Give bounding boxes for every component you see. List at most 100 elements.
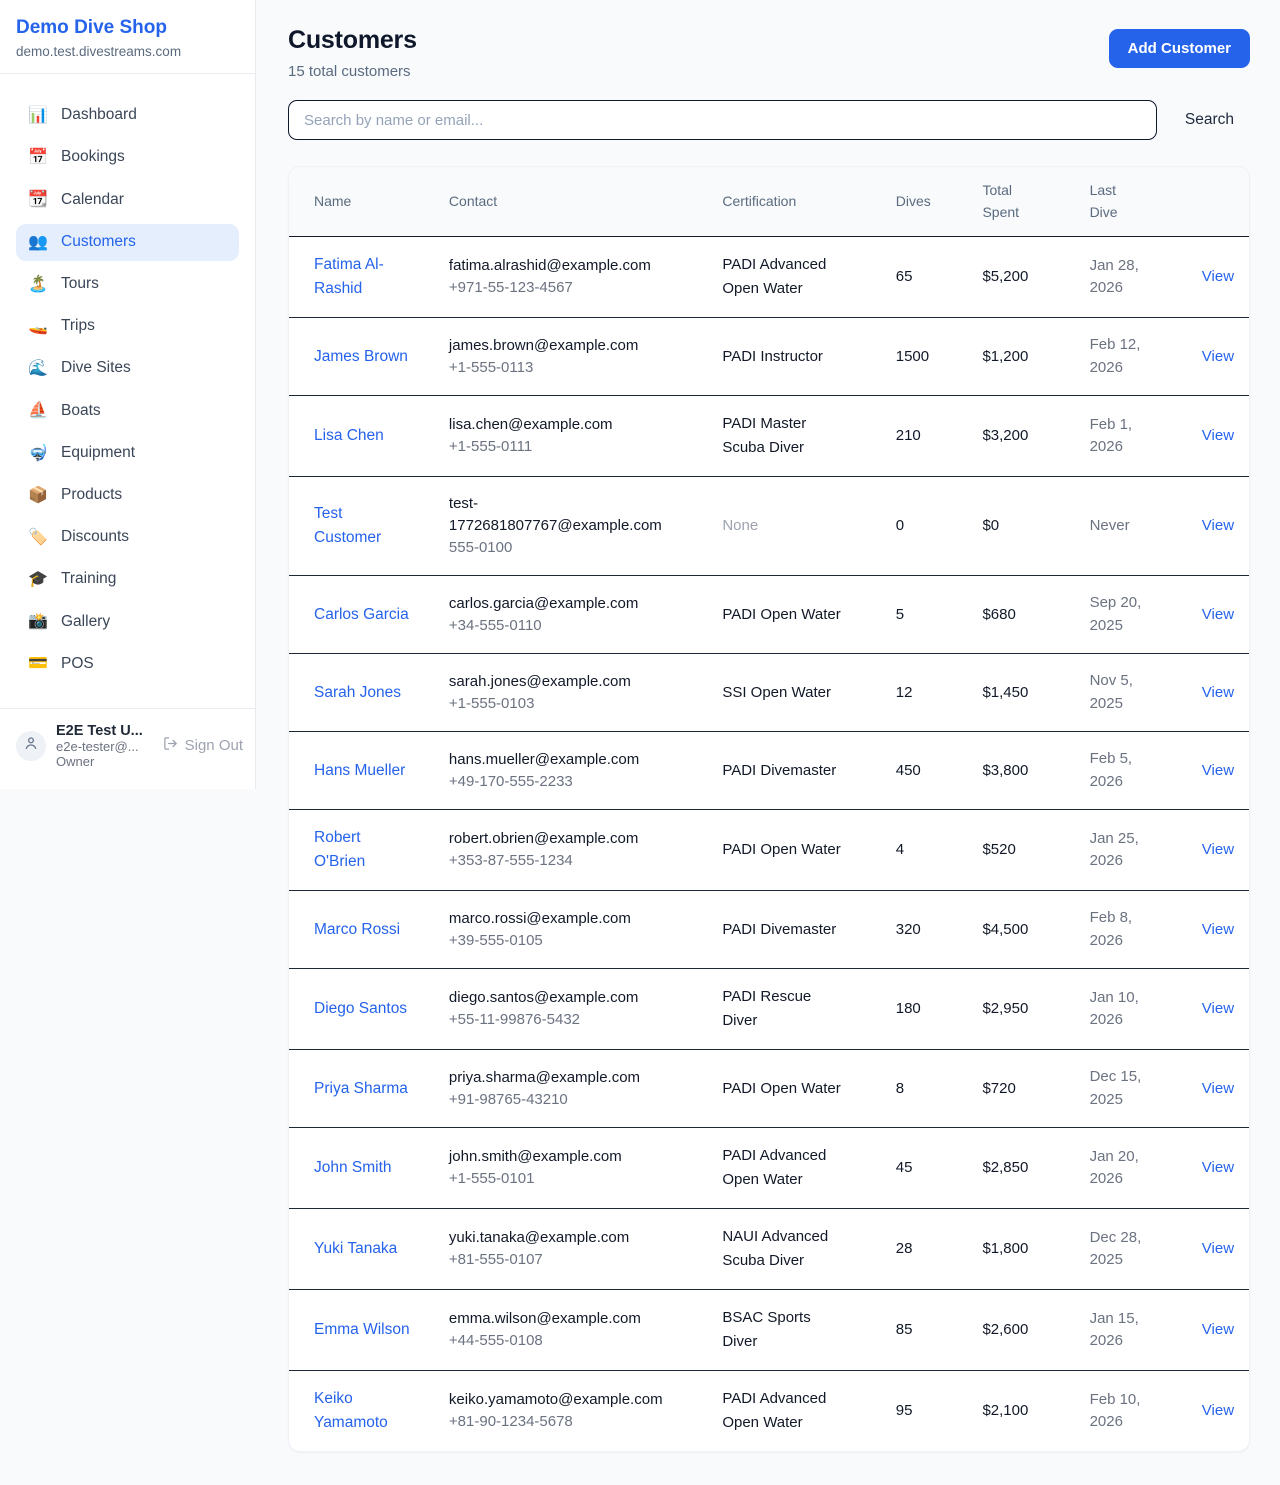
table-row: Marco Rossi marco.rossi@example.com +39-…	[289, 891, 1249, 969]
sidebar-item-label: Trips	[61, 317, 95, 336]
page-title: Customers	[288, 26, 417, 55]
customer-name-link[interactable]: Marco Rossi	[314, 918, 410, 942]
sidebar-item-gallery[interactable]: 📸 Gallery	[16, 603, 239, 640]
total-spent-cell: $1,800	[970, 1209, 1077, 1290]
view-link[interactable]: View	[1202, 348, 1234, 365]
dives-cell: 85	[884, 1290, 971, 1371]
search-button[interactable]: Search	[1185, 111, 1234, 129]
customer-phone: 555-0100	[449, 537, 698, 560]
total-spent-cell: $0	[970, 477, 1077, 576]
sidebar-item-tours[interactable]: 🏝️ Tours	[16, 266, 239, 303]
customer-name-link[interactable]: Carlos Garcia	[314, 603, 410, 627]
customer-name-link[interactable]: James Brown	[314, 345, 410, 369]
sidebar-item-pos[interactable]: 💳 POS	[16, 645, 239, 682]
search-input[interactable]	[288, 100, 1157, 140]
view-cell: View	[1190, 318, 1249, 396]
view-link[interactable]: View	[1202, 684, 1234, 701]
sign-out-button[interactable]: Sign Out	[163, 736, 243, 755]
certification-cell: PADI Advanced Open Water	[710, 1371, 883, 1452]
view-cell: View	[1190, 1290, 1249, 1371]
view-link[interactable]: View	[1202, 1159, 1234, 1176]
view-link[interactable]: View	[1202, 1321, 1234, 1338]
sidebar-item-label: POS	[61, 655, 94, 674]
view-link[interactable]: View	[1202, 1402, 1234, 1419]
name-cell: James Brown	[289, 318, 437, 396]
view-link[interactable]: View	[1202, 517, 1234, 534]
customer-name-link[interactable]: Priya Sharma	[314, 1077, 410, 1101]
customer-phone: +39-555-0105	[449, 930, 698, 953]
dives-cell: 1500	[884, 318, 971, 396]
table-row: Lisa Chen lisa.chen@example.com +1-555-0…	[289, 396, 1249, 477]
sidebar-item-equipment[interactable]: 🤿 Equipment	[16, 435, 239, 472]
sidebar-item-customers[interactable]: 👥 Customers	[16, 224, 239, 261]
customer-last-dive: Jan 28, 2026	[1090, 255, 1154, 300]
sidebar-item-discounts[interactable]: 🏷️ Discounts	[16, 519, 239, 556]
last-dive-cell: Feb 12, 2026	[1078, 318, 1190, 396]
customer-name-link[interactable]: Keiko Yamamoto	[314, 1387, 410, 1435]
customer-name-link[interactable]: Robert O'Brien	[314, 826, 410, 874]
customer-name-link[interactable]: Emma Wilson	[314, 1318, 410, 1342]
shop-domain: demo.test.divestreams.com	[16, 44, 239, 59]
total-spent-cell: $2,950	[970, 969, 1077, 1050]
view-link[interactable]: View	[1202, 841, 1234, 858]
contact-cell: carlos.garcia@example.com +34-555-0110	[437, 576, 710, 654]
table-row: Fatima Al-Rashid fatima.alrashid@example…	[289, 237, 1249, 318]
view-link[interactable]: View	[1202, 762, 1234, 779]
sidebar-item-boats[interactable]: ⛵ Boats	[16, 392, 239, 429]
customer-name-link[interactable]: Diego Santos	[314, 997, 410, 1021]
sidebar-item-dashboard[interactable]: 📊 Dashboard	[16, 97, 239, 134]
last-dive-cell: Jan 15, 2026	[1078, 1290, 1190, 1371]
customer-name-link[interactable]: Test Customer	[314, 502, 410, 550]
view-link[interactable]: View	[1202, 1080, 1234, 1097]
customer-dives: 320	[896, 921, 921, 938]
customer-email: james.brown@example.com	[449, 335, 667, 357]
sidebar-item-training[interactable]: 🎓 Training	[16, 561, 239, 598]
customer-name-link[interactable]: Lisa Chen	[314, 424, 410, 448]
view-link[interactable]: View	[1202, 427, 1234, 444]
view-link[interactable]: View	[1202, 606, 1234, 623]
name-cell: Test Customer	[289, 477, 437, 576]
customer-total-spent: $1,450	[982, 684, 1028, 701]
customer-dives: 180	[896, 1000, 921, 1017]
contact-cell: test-1772681807767@example.com 555-0100	[437, 477, 710, 576]
dives-cell: 28	[884, 1209, 971, 1290]
view-link[interactable]: View	[1202, 268, 1234, 285]
customer-dives: 28	[896, 1240, 913, 1257]
sidebar-item-dive-sites[interactable]: 🌊 Dive Sites	[16, 350, 239, 387]
user-role: Owner	[56, 754, 153, 769]
customer-name-link[interactable]: Yuki Tanaka	[314, 1237, 410, 1261]
view-link[interactable]: View	[1202, 921, 1234, 938]
customer-certification: PADI Divemaster	[722, 918, 846, 942]
customer-email: sarah.jones@example.com	[449, 671, 667, 693]
name-cell: Hans Mueller	[289, 732, 437, 810]
sidebar-item-label: Boats	[61, 402, 101, 421]
customer-last-dive: Jan 20, 2026	[1090, 1146, 1154, 1191]
customer-name-link[interactable]: Fatima Al-Rashid	[314, 253, 410, 301]
customer-phone: +81-90-1234-5678	[449, 1411, 698, 1434]
add-customer-button[interactable]: Add Customer	[1109, 29, 1250, 68]
certification-cell: None	[710, 477, 883, 576]
user-panel: E2E Test U... e2e-tester@... Owner Sign …	[0, 708, 255, 789]
customer-certification: PADI Rescue Diver	[722, 985, 846, 1033]
customer-phone: +34-555-0110	[449, 615, 698, 638]
customer-email: diego.santos@example.com	[449, 987, 667, 1009]
customer-total-spent: $0	[982, 517, 999, 534]
total-spent-cell: $1,200	[970, 318, 1077, 396]
view-link[interactable]: View	[1202, 1240, 1234, 1257]
sidebar-item-products[interactable]: 📦 Products	[16, 477, 239, 514]
view-link[interactable]: View	[1202, 1000, 1234, 1017]
customer-certification: PADI Open Water	[722, 603, 846, 627]
sidebar-item-bookings[interactable]: 📅 Bookings	[16, 139, 239, 176]
name-cell: Robert O'Brien	[289, 810, 437, 891]
table-row: Hans Mueller hans.mueller@example.com +4…	[289, 732, 1249, 810]
people-icon: 👥	[28, 233, 48, 252]
sidebar-item-trips[interactable]: 🚤 Trips	[16, 308, 239, 345]
customer-name-link[interactable]: John Smith	[314, 1156, 410, 1180]
sidebar-item-calendar[interactable]: 📆 Calendar	[16, 181, 239, 218]
customer-phone: +91-98765-43210	[449, 1089, 698, 1112]
customer-name-link[interactable]: Hans Mueller	[314, 759, 410, 783]
customer-name-link[interactable]: Sarah Jones	[314, 681, 410, 705]
column-header-dives: Dives	[884, 167, 971, 237]
name-cell: Diego Santos	[289, 969, 437, 1050]
customer-certification: PADI Instructor	[722, 345, 846, 369]
